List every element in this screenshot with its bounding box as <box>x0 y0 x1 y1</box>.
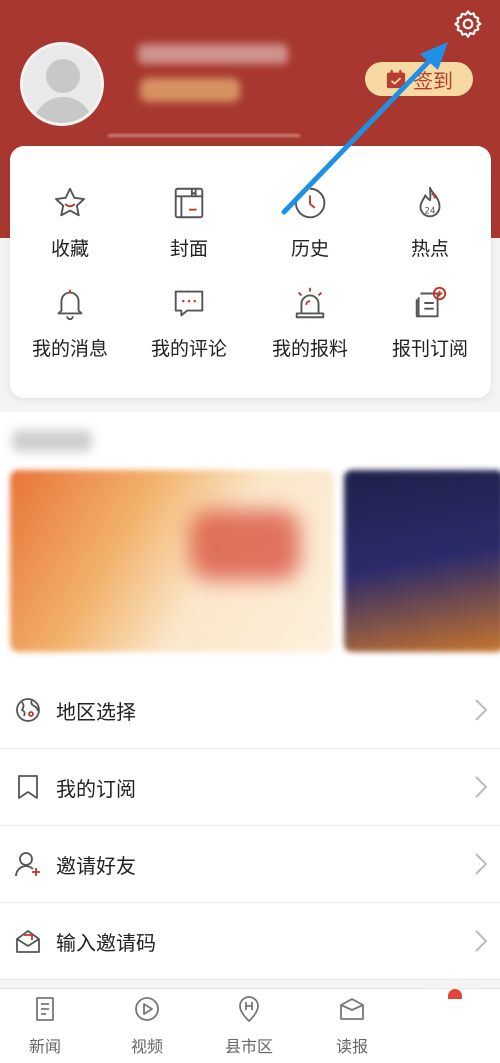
grid-item-cover[interactable]: 封面 <box>129 184 249 261</box>
calendar-check-icon <box>386 69 406 89</box>
grid-item-messages[interactable]: 我的消息 <box>10 284 130 361</box>
grid-item-comments[interactable]: 我的评论 <box>129 284 249 361</box>
banner-image-2[interactable] <box>344 470 500 652</box>
play-circle-icon <box>135 997 159 1021</box>
news-doc-icon <box>36 997 54 1021</box>
grid-item-favorites[interactable]: 收藏 <box>10 184 130 261</box>
add-user-icon <box>15 852 40 877</box>
grid-label: 收藏 <box>50 238 89 260</box>
menu-label: 我的订阅 <box>56 776 136 801</box>
star-icon <box>54 187 86 217</box>
globe-location-icon <box>16 698 40 722</box>
grid-label: 我的报料 <box>271 338 348 360</box>
grid-label: 封面 <box>169 238 208 260</box>
menu-item-invite-friends[interactable]: 邀请好友 <box>0 826 500 903</box>
menu-item-my-subscriptions[interactable]: 我的订阅 <box>0 749 500 826</box>
quick-actions-card: 收藏 封面 历史 24 热点 我的消息 我的评论 我的报料 报刊订阅 <box>10 146 491 398</box>
notification-dot <box>448 989 462 999</box>
tab-read-paper[interactable]: 读报 <box>312 995 392 1057</box>
svg-text:24: 24 <box>425 206 436 216</box>
menu-item-region[interactable]: 地区选择 <box>0 672 500 749</box>
signin-button[interactable]: 签到 <box>365 62 473 96</box>
menu-label: 输入邀请码 <box>56 930 156 955</box>
header-divider <box>108 134 300 137</box>
tab-video[interactable]: 视频 <box>107 995 187 1057</box>
menu-label: 邀请好友 <box>56 853 136 878</box>
comment-bubble-icon <box>174 290 204 317</box>
invite-code-icon <box>16 930 40 953</box>
menu-item-invite-code[interactable]: 输入邀请码 <box>0 903 500 980</box>
avatar[interactable] <box>20 42 104 126</box>
tab-county[interactable]: 县市区 <box>209 995 289 1057</box>
grid-label: 报刊订阅 <box>391 338 468 360</box>
location-h-icon <box>239 996 259 1022</box>
chevron-right-icon <box>475 776 488 798</box>
flame-24-icon: 24 <box>419 186 441 218</box>
bookmark-icon <box>18 775 38 799</box>
promo-banner <box>0 412 500 672</box>
grid-item-hot[interactable]: 24 热点 <box>370 184 490 261</box>
settings-menu-list: 地区选择 我的订阅 邀请好友 输入邀请码 <box>0 672 500 980</box>
grid-label: 历史 <box>290 238 329 260</box>
tab-news[interactable]: 新闻 <box>5 995 85 1057</box>
open-book-icon <box>340 998 364 1020</box>
menu-label: 地区选择 <box>56 699 136 724</box>
grid-item-subscribe-paper[interactable]: 报刊订阅 <box>370 284 490 361</box>
banner-image-1[interactable] <box>10 470 334 652</box>
bottom-tab-bar: 新闻 视频 县市区 读报 <box>0 988 500 1063</box>
paper-subscribe-icon <box>415 286 447 318</box>
bell-icon <box>57 289 83 321</box>
signin-label: 签到 <box>413 68 453 93</box>
banner-title-blurred <box>12 430 92 452</box>
settings-gear-icon[interactable] <box>452 8 484 40</box>
chevron-right-icon <box>475 853 488 875</box>
username-blurred <box>138 44 288 64</box>
grid-label: 我的消息 <box>31 338 108 360</box>
tab-label: 县市区 <box>224 1037 273 1056</box>
chevron-right-icon <box>475 699 488 721</box>
user-level-blurred <box>140 78 240 102</box>
clock-icon <box>295 187 326 219</box>
newspaper-cover-icon <box>174 187 204 219</box>
chevron-right-icon <box>475 930 488 952</box>
grid-item-reports[interactable]: 我的报料 <box>250 284 370 361</box>
tab-mine-blurred[interactable] <box>416 997 486 1057</box>
tab-label: 读报 <box>335 1037 368 1056</box>
grid-item-history[interactable]: 历史 <box>250 184 370 261</box>
tab-label: 新闻 <box>28 1037 61 1056</box>
tab-label: 视频 <box>130 1037 163 1056</box>
siren-icon <box>295 287 325 319</box>
grid-label: 热点 <box>410 238 449 260</box>
grid-label: 我的评论 <box>150 338 227 360</box>
